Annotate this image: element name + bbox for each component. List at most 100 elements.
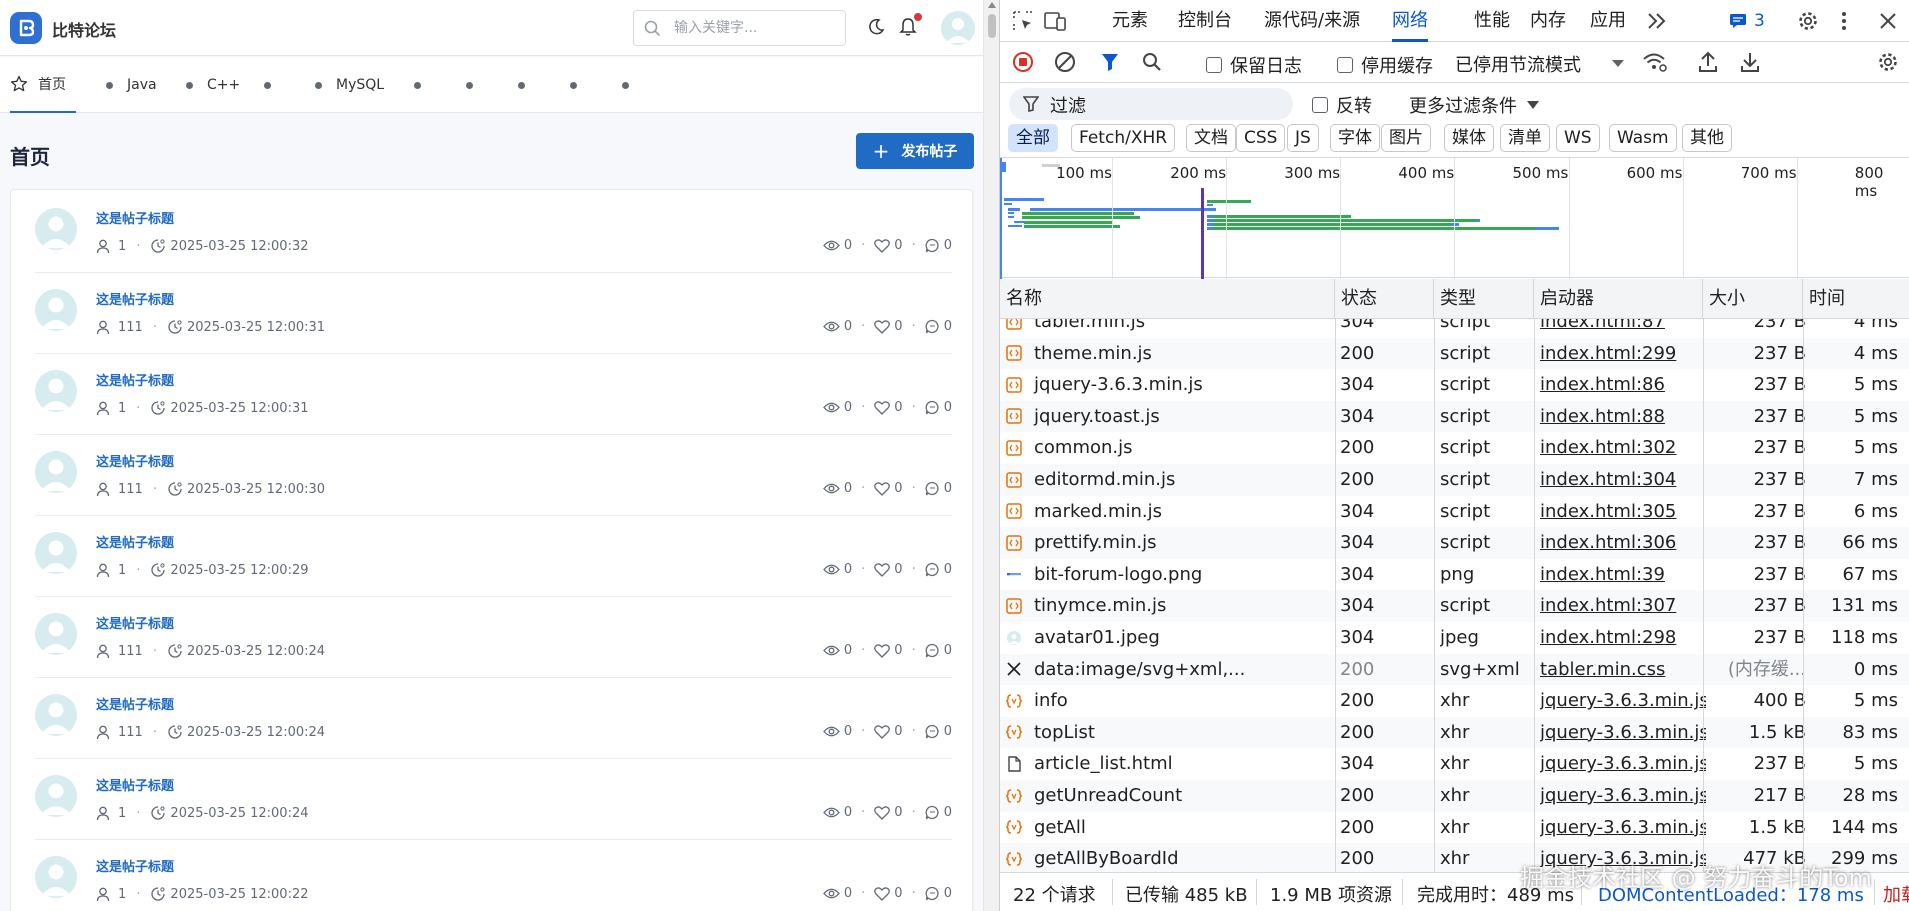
request-name-cell[interactable]: avatar01.jpeg (1006, 622, 1330, 653)
column-header-4[interactable]: 大小 (1703, 279, 1803, 319)
request-row[interactable]: article_list.html 304 xhr jquery-3.6.3.min.… (1000, 748, 1909, 780)
devtools-tab-1[interactable]: 控制台 (1178, 0, 1232, 42)
nav-item-3[interactable] (264, 57, 285, 113)
scroll-up-arrow-icon[interactable] (988, 2, 996, 8)
type-filter-1[interactable]: Fetch/XHR (1071, 124, 1176, 152)
like-count[interactable]: 0 (874, 886, 903, 901)
dark-mode-moon-icon[interactable] (867, 18, 885, 36)
request-initiator-link[interactable]: index.html:307 (1540, 590, 1706, 621)
request-name-cell[interactable]: prettify.min.js (1006, 527, 1330, 558)
post-title-link[interactable]: 这是帖子标题 (96, 208, 174, 227)
network-conditions-wifi-icon[interactable] (1642, 51, 1668, 73)
post-title-link[interactable]: 这是帖子标题 (96, 613, 174, 632)
user-avatar[interactable] (941, 11, 975, 45)
request-name-cell[interactable]: data:image/svg+xml,... (1006, 654, 1330, 685)
column-header-3[interactable]: 启动器 (1534, 279, 1703, 319)
devtools-tab-2[interactable]: 源代码/来源 (1264, 0, 1360, 42)
request-name-cell[interactable]: editormd.min.js (1006, 464, 1330, 495)
request-initiator-link[interactable]: index.html:306 (1540, 527, 1706, 558)
request-initiator-link[interactable]: index.html:305 (1540, 496, 1706, 527)
search-box[interactable] (633, 10, 846, 46)
import-har-upload-icon[interactable] (1698, 51, 1718, 73)
like-count[interactable]: 0 (874, 805, 903, 820)
post-author-avatar[interactable] (35, 856, 77, 898)
post-author-avatar[interactable] (35, 289, 77, 331)
request-initiator-link[interactable]: index.html:87 (1540, 319, 1706, 337)
request-initiator-link[interactable]: index.html:39 (1540, 559, 1706, 590)
issues-counter[interactable]: 3 (1729, 11, 1765, 31)
post-title-link[interactable]: 这是帖子标题 (96, 532, 174, 551)
request-name-cell[interactable]: bit-forum-logo.png (1006, 559, 1330, 590)
devtools-tab-5[interactable]: 内存 (1530, 0, 1566, 42)
throttle-select[interactable]: 已停用节流模式 (1455, 51, 1581, 77)
request-row[interactable]: marked.min.js 304 script index.html:305 237 … (1000, 496, 1909, 528)
nav-item-2[interactable]: C++ (186, 57, 240, 113)
like-count[interactable]: 0 (874, 481, 903, 496)
nav-item-8[interactable] (570, 57, 591, 113)
devtools-tab-3[interactable]: 网络 (1392, 0, 1428, 42)
type-filter-10[interactable]: Wasm (1609, 124, 1677, 152)
column-header-2[interactable]: 类型 (1434, 279, 1534, 319)
settings-gear-icon[interactable] (1797, 10, 1819, 32)
nav-item-9[interactable] (622, 57, 643, 113)
disable-cache-checkbox[interactable]: 停用缓存 (1337, 52, 1433, 78)
request-row[interactable]: editormd.min.js 200 script index.html:304 23… (1000, 464, 1909, 496)
request-row[interactable]: jquery.toast.js 304 script index.html:88 237… (1000, 400, 1909, 433)
checkbox-box[interactable] (1337, 57, 1353, 73)
nav-item-1[interactable]: Java (106, 57, 157, 113)
export-har-download-icon[interactable] (1740, 51, 1760, 73)
request-row[interactable]: jquery-3.6.3.min.js 304 script index.html:8… (1000, 369, 1909, 401)
post-author-avatar[interactable] (35, 208, 77, 250)
checkbox-box[interactable] (1206, 57, 1222, 73)
network-overview-timeline[interactable]: 100 ms 200 ms 300 ms 400 ms 500 ms 600 ms 700 … (1000, 157, 1909, 279)
type-filter-4[interactable]: JS (1287, 124, 1319, 152)
network-settings-gear-icon[interactable] (1877, 51, 1899, 73)
request-initiator-link[interactable]: index.html:298 (1540, 622, 1706, 653)
post-title-link[interactable]: 这是帖子标题 (96, 694, 174, 713)
devtools-tab-6[interactable]: 应用 (1590, 0, 1626, 42)
nav-item-0[interactable]: 首页 (10, 57, 76, 113)
request-initiator-link[interactable]: index.html:299 (1540, 338, 1706, 369)
like-count[interactable]: 0 (874, 319, 903, 334)
request-row[interactable]: info 200 xhr jquery-3.6.3.min.js: 400 B 5 ms (1000, 685, 1909, 717)
post-author-avatar[interactable] (35, 694, 77, 736)
like-count[interactable]: 0 (874, 400, 903, 415)
column-header-1[interactable]: 状态 (1335, 279, 1434, 319)
post-author-avatar[interactable] (35, 451, 77, 493)
request-row[interactable]: common.js 200 script index.html:302 237 B 5 m… (1000, 432, 1909, 464)
filter-funnel-icon[interactable] (1100, 52, 1120, 72)
request-name-cell[interactable]: getAll (1006, 812, 1330, 843)
device-toolbar-icon[interactable] (1043, 10, 1067, 32)
record-stop-icon[interactable] (1012, 51, 1034, 73)
request-initiator-link[interactable]: tabler.min.css (1540, 654, 1706, 685)
post-title-link[interactable]: 这是帖子标题 (96, 289, 174, 308)
request-name-cell[interactable]: tabler.min.js (1006, 319, 1330, 337)
more-tabs-chevron-icon[interactable] (1646, 11, 1668, 31)
forum-logo-icon[interactable] (10, 12, 42, 44)
request-row[interactable]: avatar01.jpeg 304 jpeg index.html:298 237 B 1… (1000, 622, 1909, 654)
devtools-tab-0[interactable]: 元素 (1112, 0, 1148, 42)
nav-item-5[interactable] (414, 57, 435, 113)
request-initiator-link[interactable]: index.html:302 (1540, 432, 1706, 463)
request-row[interactable]: tabler.min.js 304 script index.html:87 237 B… (1000, 319, 1909, 338)
type-filter-8[interactable]: 清单 (1500, 124, 1550, 152)
post-author-avatar[interactable] (35, 370, 77, 412)
request-name-cell[interactable]: jquery.toast.js (1006, 401, 1330, 432)
request-row[interactable]: bit-forum-logo.png 304 png index.html:39 237… (1000, 559, 1909, 591)
column-header-5[interactable]: 时间 (1803, 279, 1909, 319)
post-author-avatar[interactable] (35, 613, 77, 655)
request-initiator-link[interactable]: index.html:88 (1540, 401, 1706, 432)
more-options-kebab-icon[interactable] (1840, 10, 1848, 32)
post-title-link[interactable]: 这是帖子标题 (96, 775, 174, 794)
checkbox-box[interactable] (1312, 97, 1328, 113)
post-title-link[interactable]: 这是帖子标题 (96, 856, 174, 875)
nav-item-4[interactable]: MySQL (315, 57, 384, 113)
type-filter-7[interactable]: 媒体 (1444, 124, 1494, 152)
close-icon[interactable] (1879, 12, 1897, 30)
column-header-0[interactable]: 名称 (1000, 279, 1335, 319)
type-filter-0[interactable]: 全部 (1008, 124, 1058, 152)
search-input[interactable] (674, 19, 834, 37)
type-filter-6[interactable]: 图片 (1381, 124, 1431, 152)
request-name-cell[interactable]: info (1006, 685, 1330, 716)
request-initiator-link[interactable]: index.html:304 (1540, 464, 1706, 495)
